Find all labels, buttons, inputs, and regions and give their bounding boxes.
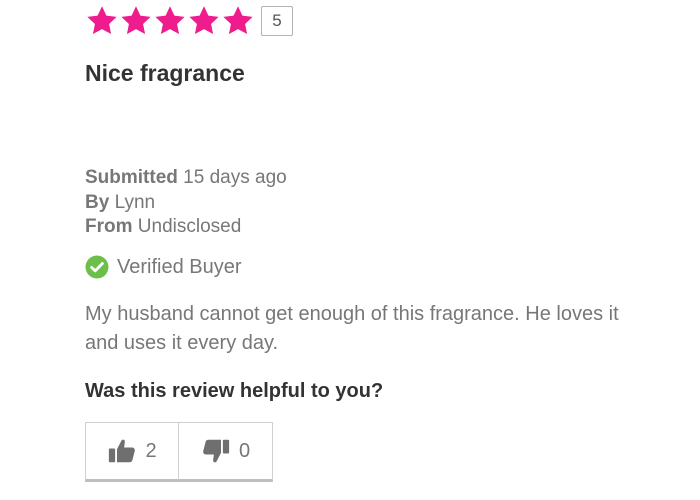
star-icon [187, 4, 221, 38]
star-rating [85, 4, 255, 38]
review-title: Nice fragrance [85, 60, 245, 86]
submitted-label: Submitted [85, 167, 178, 188]
rating-row: 5 [85, 4, 293, 38]
review-meta: Submitted 15 days ago By Lynn From Undis… [85, 166, 287, 240]
location-line: From Undisclosed [85, 215, 287, 240]
by-label: By [85, 191, 110, 213]
verified-buyer-badge: Verified Buyer [85, 255, 242, 279]
verified-buyer-label: Verified Buyer [117, 255, 242, 278]
author-name: Lynn [114, 191, 156, 213]
thumbs-up-icon [107, 436, 137, 466]
helpful-question: Was this review helpful to you? [85, 380, 384, 402]
from-label: From [85, 216, 133, 237]
helpful-no-count: 0 [238, 439, 251, 462]
submitted-line: Submitted 15 days ago [85, 166, 287, 191]
helpful-no-button[interactable]: 0 [179, 422, 273, 482]
star-icon [119, 4, 153, 38]
star-icon [221, 4, 255, 38]
location-value: Undisclosed [137, 216, 242, 237]
star-icon [153, 4, 187, 38]
helpful-votes: 2 0 [85, 422, 273, 482]
helpful-yes-button[interactable]: 2 [85, 422, 179, 482]
submitted-value: 15 days ago [183, 167, 287, 188]
star-icon [85, 4, 119, 38]
author-line: By Lynn [85, 191, 287, 216]
check-circle-icon [85, 255, 109, 279]
thumbs-down-icon [201, 436, 231, 466]
rating-badge: 5 [261, 6, 293, 36]
helpful-yes-count: 2 [145, 439, 157, 462]
review-body: My husband cannot get enough of this fra… [85, 303, 619, 354]
